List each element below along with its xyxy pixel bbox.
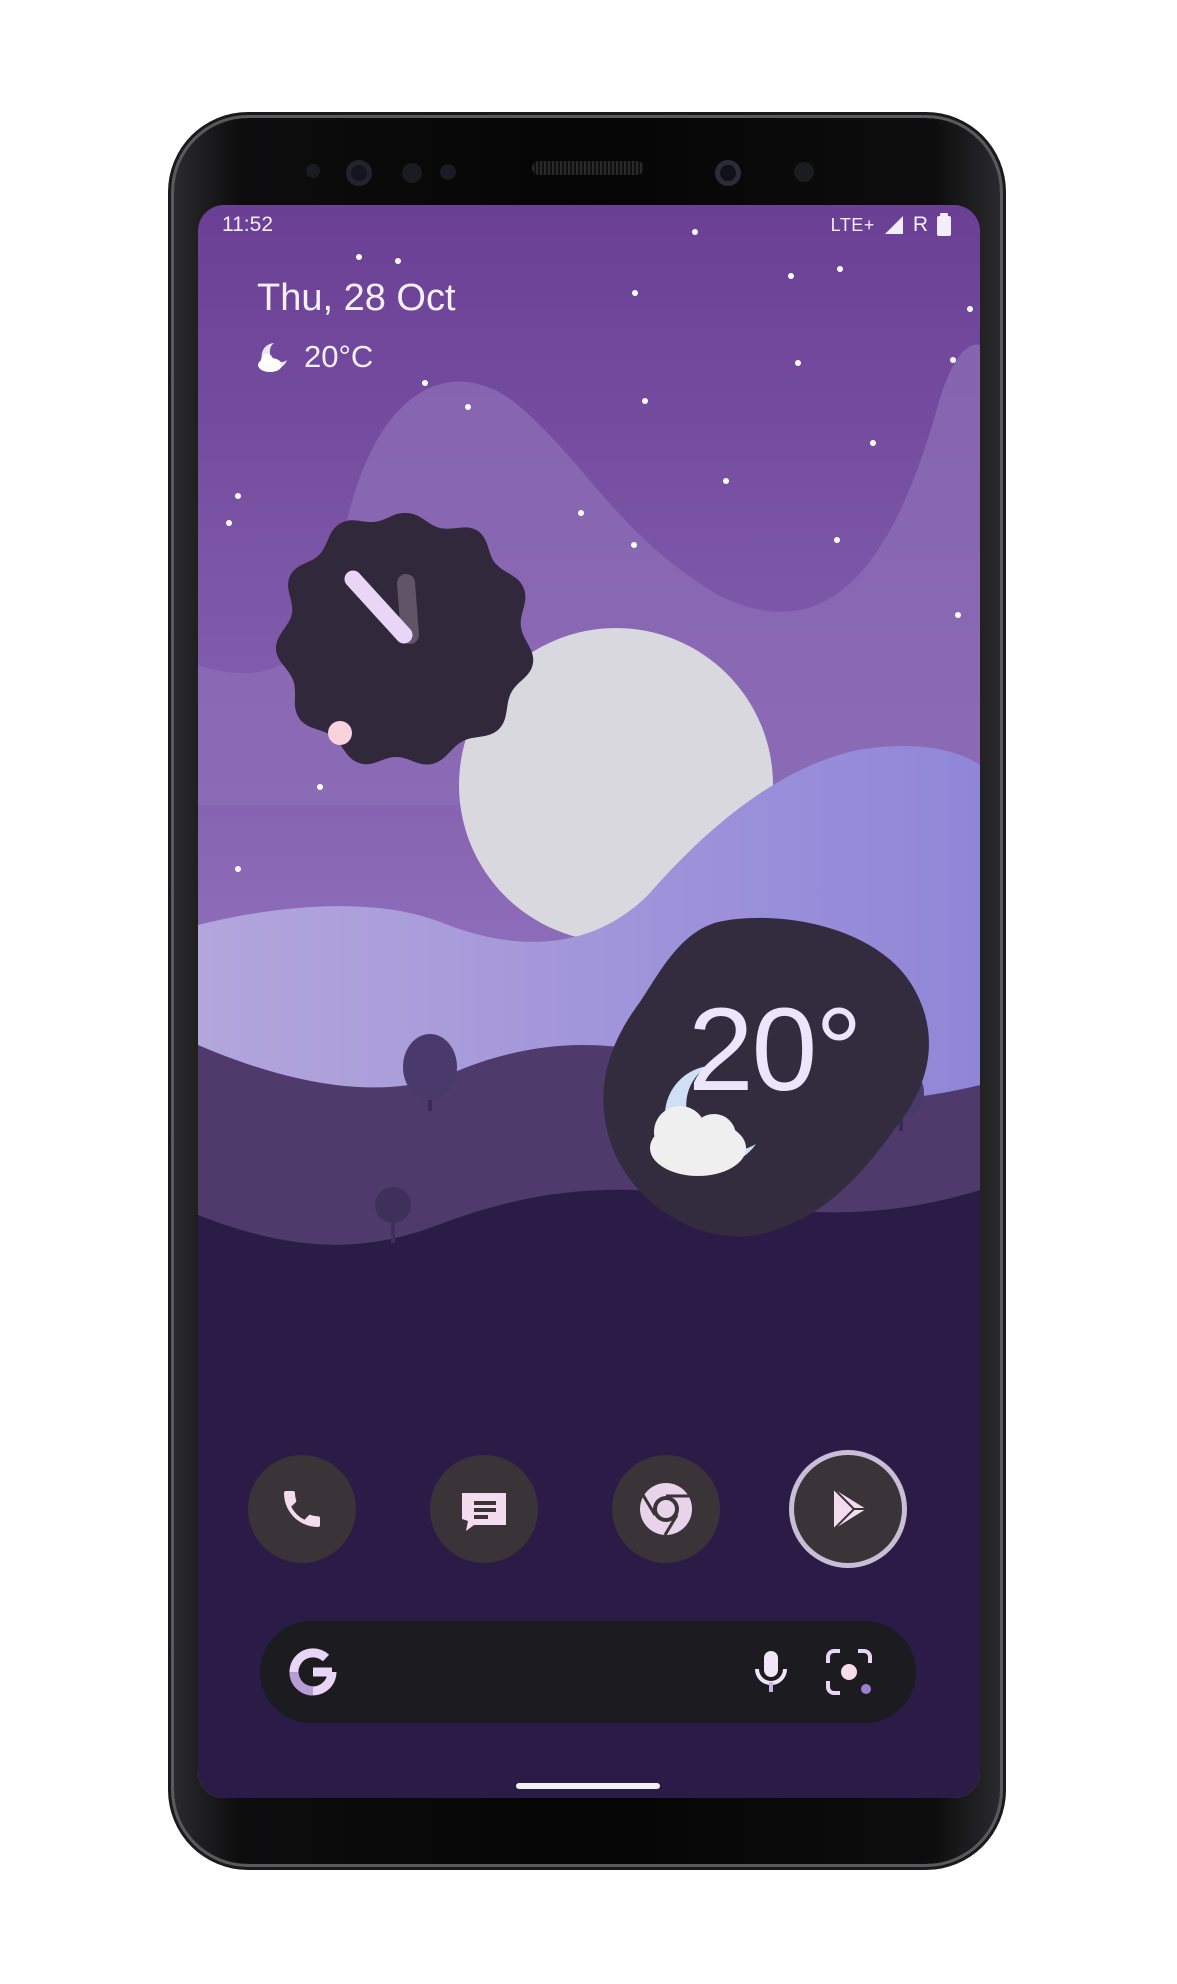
front-sensor (402, 163, 422, 183)
lens-icon[interactable] (824, 1647, 874, 1697)
front-sensor (440, 164, 456, 180)
app-dock (248, 1455, 930, 1565)
front-sensor (306, 164, 320, 178)
earpiece-speaker (532, 161, 644, 175)
battery-icon (937, 213, 951, 236)
messages-app-icon[interactable] (430, 1455, 538, 1563)
play-store-app-icon[interactable] (794, 1455, 902, 1563)
google-g-icon[interactable] (288, 1647, 338, 1697)
chrome-app-icon[interactable] (612, 1455, 720, 1563)
roaming-indicator: R (912, 213, 928, 236)
phone-app-icon[interactable] (248, 1455, 356, 1563)
home-screen: 11:52 LTE+ R Thu, 28 Oct 20°C 20° (198, 205, 980, 1798)
analog-clock-widget[interactable] (273, 507, 539, 773)
status-icons: LTE+ R (831, 213, 952, 237)
iris-camera (346, 160, 372, 186)
clock-second-dot (328, 721, 352, 745)
device-stage: 11:52 LTE+ R Thu, 28 Oct 20°C 20° (0, 0, 1177, 1984)
weather-widget[interactable]: 20° (600, 912, 930, 1242)
gesture-navigation-handle[interactable] (516, 1783, 660, 1789)
google-search-bar[interactable] (260, 1621, 916, 1723)
messages-icon (462, 1493, 506, 1531)
network-type: LTE+ (830, 214, 875, 235)
status-time: 11:52 (222, 213, 273, 236)
front-camera (715, 160, 741, 186)
mic-icon[interactable] (746, 1647, 796, 1697)
at-a-glance-weather[interactable]: 20°C (256, 339, 373, 375)
at-a-glance-temperature: 20°C (304, 339, 374, 374)
at-a-glance-date[interactable]: Thu, 28 Oct (257, 277, 456, 320)
chrome-icon (640, 1483, 692, 1536)
signal-icon (884, 216, 903, 234)
moon-cloud-icon (258, 343, 287, 372)
weather-widget-temperature: 20° (688, 984, 862, 1116)
status-bar: 11:52 LTE+ R (198, 205, 980, 245)
front-sensor (794, 162, 814, 182)
play-store-icon (833, 1488, 866, 1530)
phone-icon (284, 1491, 320, 1527)
